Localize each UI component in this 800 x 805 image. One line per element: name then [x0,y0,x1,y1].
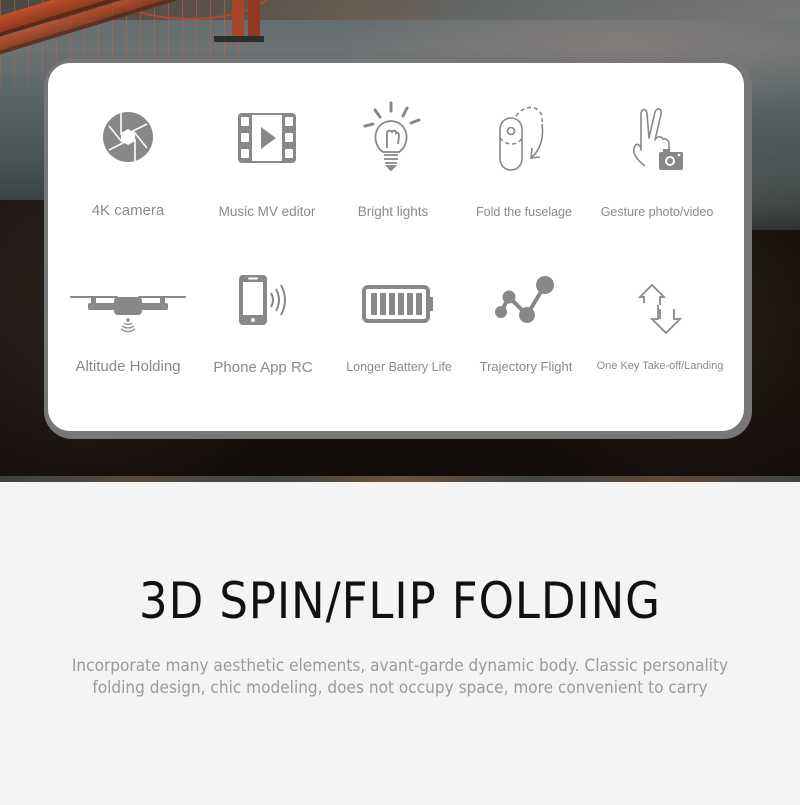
feature-label: Trajectory Flight [479,359,573,374]
trajectory-icon [493,275,559,327]
feature-label: Phone App RC [213,359,313,376]
light-bulb-icon [361,100,425,172]
bridge-tower [232,0,244,40]
bridge-tower-base [214,36,264,42]
photo-bottom-edge [0,476,800,482]
feature-label: 4K camera [91,202,165,219]
camera-aperture-icon [101,110,155,164]
battery-icon [362,285,436,323]
section-title: 3D SPIN/FLIP FOLDING [139,572,661,630]
feature-label: Fold the fuselage [476,205,572,219]
drone-altitude-icon [68,292,188,334]
gesture-camera-icon [629,106,685,174]
fold-fuselage-icon [496,102,552,174]
feature-label: Altitude Holding [75,358,181,375]
film-play-icon [237,112,297,164]
section-description: Incorporate many aesthetic elements, ava… [71,656,729,697]
up-down-arrows-icon [638,283,682,335]
feature-label: One Key Take-off/Landing [596,360,724,372]
feature-label: Gesture photo/video [600,205,714,219]
phone-signal-icon [237,273,289,327]
feature-label: Bright lights [357,204,429,219]
